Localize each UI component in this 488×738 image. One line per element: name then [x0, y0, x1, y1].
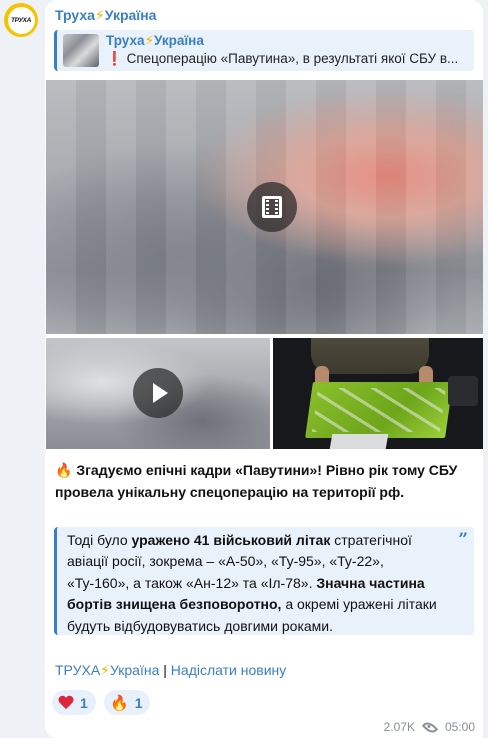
reaction-fire-count: 1 [134, 694, 143, 711]
video-play-button[interactable] [247, 182, 297, 232]
eye-icon [421, 718, 439, 736]
media-video-main[interactable] [46, 80, 483, 334]
channel-link-part2: Україна [110, 662, 160, 678]
link-separator: | [159, 662, 171, 678]
message-time: 05:00 [444, 720, 475, 734]
message-bubble: Труха⚡Україна Труха⚡Україна ❗ Спецоперац… [45, 0, 483, 738]
channel-link[interactable]: ТРУХА⚡Україна [55, 662, 159, 678]
photo-model-board [305, 382, 453, 438]
photo-bag [448, 376, 478, 406]
post-headline-text: Згадуємо епічні кадри «Павутини»! Рівно … [55, 462, 458, 500]
forwarded-reply-preview[interactable]: Труха⚡Україна ❗ Спецоперацію «Павутина»,… [54, 30, 474, 71]
lightning-icon: ⚡ [94, 7, 105, 23]
reply-thumbnail [63, 34, 99, 67]
channel-link-part1: ТРУХА [55, 662, 101, 678]
reaction-heart-count: 1 [80, 694, 88, 711]
quote-mark-icon: ” [458, 530, 468, 550]
quote-text-1: Тоді було [67, 532, 132, 548]
avatar-logo-text: ТРУХА [7, 6, 35, 34]
media-video-secondary[interactable] [46, 338, 270, 449]
message-meta: 2.07K 05:00 [383, 718, 475, 736]
channel-name-part2: Україна [104, 7, 157, 23]
send-news-link[interactable]: Надіслати новину [171, 662, 286, 678]
reply-title: Труха⚡Україна [106, 33, 204, 49]
exclamation-icon: ❗ [106, 51, 123, 66]
reply-title-part2: Україна [153, 33, 204, 48]
fire-icon: 🔥 [110, 694, 129, 712]
play-icon [152, 383, 168, 403]
footer-links: ТРУХА⚡Україна | Надіслати новину [55, 662, 286, 679]
fire-icon: 🔥 [55, 462, 73, 478]
channel-name-part1: Труха [55, 7, 95, 23]
reply-title-part1: Труха [106, 33, 145, 48]
channel-avatar[interactable]: ТРУХА [4, 3, 38, 37]
photo-person [311, 338, 429, 374]
reply-text: ❗ Спецоперацію «Павутина», в результаті … [106, 51, 466, 67]
view-count: 2.07K [383, 720, 415, 734]
heart-icon [58, 696, 74, 710]
quote-bold-1: уражено 41 військовий літак [131, 532, 331, 548]
photo-paper [329, 434, 389, 449]
post-headline: 🔥 Згадуємо епічні кадри «Павутини»! Рівн… [55, 459, 475, 503]
media-photo[interactable] [273, 338, 483, 449]
quote-block: Тоді було уражено 41 військовий літак ст… [54, 527, 474, 635]
reply-text-body: Спецоперацію «Павутина», в результаті як… [126, 51, 459, 66]
reaction-heart[interactable]: 1 [52, 690, 96, 715]
film-icon [262, 196, 282, 218]
lightning-icon: ⚡ [100, 662, 110, 678]
lightning-icon: ⚡ [144, 33, 154, 48]
reaction-fire[interactable]: 🔥 1 [104, 690, 151, 715]
channel-name[interactable]: Труха⚡Україна [55, 7, 156, 24]
video-play-button-secondary[interactable] [133, 368, 183, 418]
